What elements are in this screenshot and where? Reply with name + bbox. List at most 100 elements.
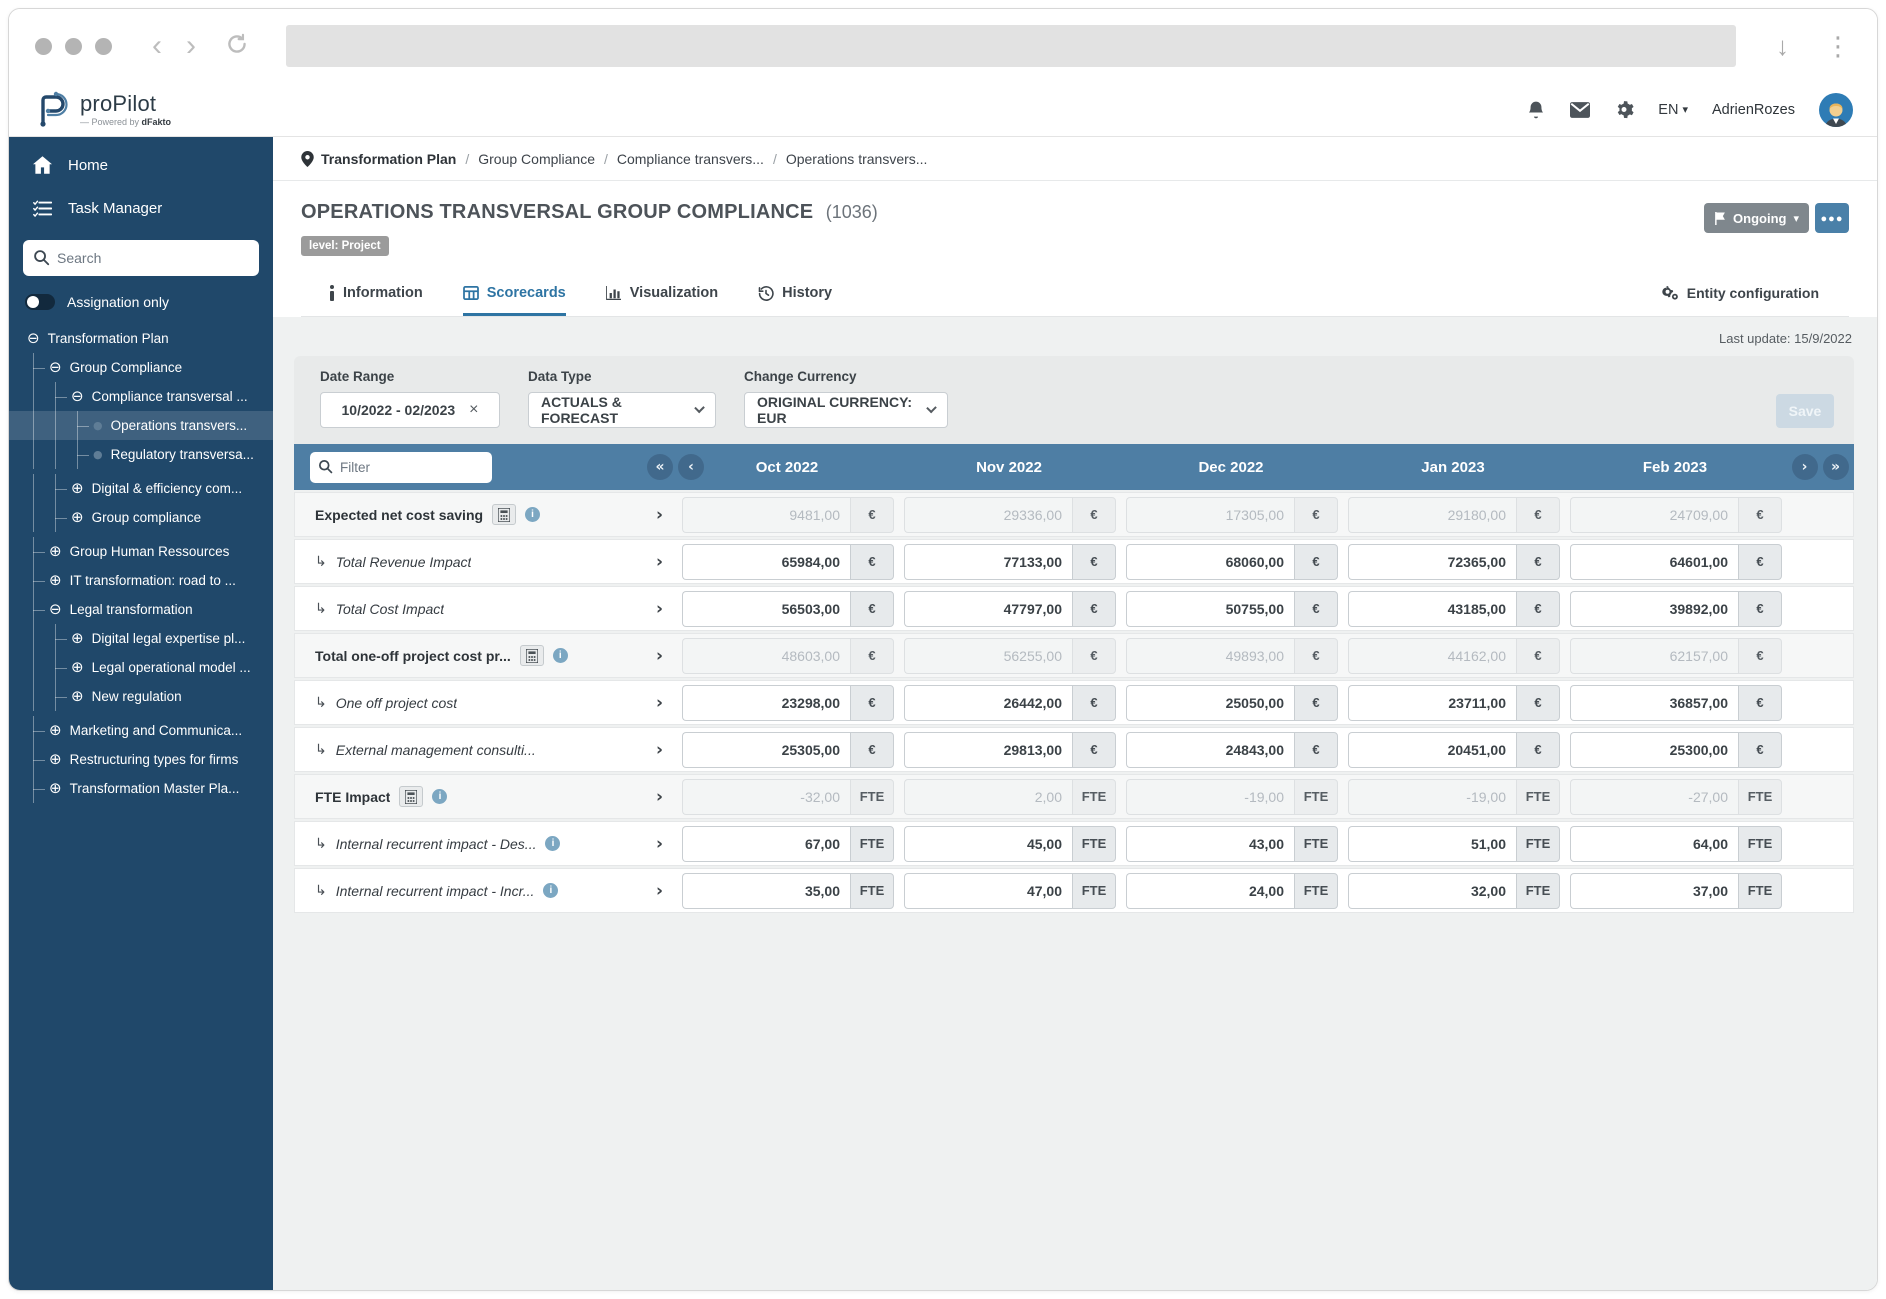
value-input[interactable] [1570, 731, 1738, 768]
collapse-minus-icon[interactable]: ⊖ [27, 331, 40, 346]
clear-icon[interactable]: × [469, 401, 478, 419]
tab-history[interactable]: History [758, 270, 832, 316]
value-input[interactable] [1126, 684, 1294, 721]
tree-item-it-transformation-road-to[interactable]: ⊕ IT transformation: road to ... [9, 566, 273, 595]
value-input[interactable] [1348, 684, 1516, 721]
breadcrumb-item[interactable]: Group Compliance [478, 151, 595, 167]
tree-item-transformation-plan[interactable]: ⊖ Transformation Plan [9, 324, 273, 353]
value-input[interactable] [1348, 543, 1516, 580]
user-name[interactable]: AdrienRozes [1712, 102, 1795, 118]
assignation-toggle[interactable] [25, 294, 55, 310]
search-input[interactable] [23, 240, 259, 276]
info-icon[interactable]: i [543, 883, 559, 898]
expand-row-icon[interactable]: › [656, 881, 663, 901]
expand-row-icon[interactable]: › [656, 599, 663, 619]
forward-icon[interactable]: › [186, 31, 196, 61]
window-button[interactable] [65, 37, 82, 55]
expand-row-icon[interactable]: › [656, 787, 663, 807]
tree-item-digital-legal-expertise-pl[interactable]: ⊕ Digital legal expertise pl... [9, 624, 273, 653]
settings-gear-icon[interactable] [1614, 100, 1634, 120]
tab-visualization[interactable]: Visualization [605, 270, 718, 316]
pager-first-icon[interactable]: « [647, 454, 673, 480]
value-input[interactable] [1126, 731, 1294, 768]
value-input[interactable] [1126, 590, 1294, 627]
reload-icon[interactable] [224, 31, 250, 62]
window-button[interactable] [35, 37, 52, 55]
value-input[interactable] [1570, 872, 1738, 909]
pager-last-icon[interactable]: » [1822, 454, 1849, 480]
expand-plus-icon[interactable]: ⊕ [49, 752, 62, 767]
table-filter-input[interactable] [310, 451, 492, 483]
value-input[interactable] [682, 825, 850, 862]
expand-plus-icon[interactable]: ⊕ [71, 689, 84, 704]
tree-item-transformation-master-pla[interactable]: ⊕ Transformation Master Pla... [9, 774, 273, 803]
info-icon[interactable]: i [525, 507, 541, 522]
kebab-menu-icon[interactable]: ⋮ [1825, 31, 1851, 62]
expand-plus-icon[interactable]: ⊕ [71, 510, 84, 525]
tree-item-compliance-transversal[interactable]: ⊖ Compliance transversal ... [9, 382, 273, 411]
calculator-icon[interactable] [492, 504, 517, 525]
avatar[interactable] [1819, 92, 1853, 127]
entity-configuration-button[interactable]: Entity configuration [1661, 270, 1819, 316]
app-logo[interactable]: proPilot — Powered by dFakto [33, 90, 171, 130]
collapse-minus-icon[interactable]: ⊖ [71, 389, 84, 404]
value-input[interactable] [904, 684, 1072, 721]
expand-row-icon[interactable]: › [656, 552, 663, 572]
breadcrumb-item[interactable]: Transformation Plan [321, 151, 456, 167]
expand-plus-icon[interactable]: ⊕ [71, 481, 84, 496]
expand-plus-icon[interactable]: ⊕ [49, 573, 62, 588]
notifications-bell-icon[interactable] [1526, 100, 1546, 120]
value-input[interactable] [682, 731, 850, 768]
expand-plus-icon[interactable]: ⊕ [71, 660, 84, 675]
tree-item-operations-transvers[interactable]: ● Operations transvers... [9, 411, 273, 440]
tree-item-group-human-ressources[interactable]: ⊕ Group Human Ressources [9, 537, 273, 566]
value-input[interactable] [682, 590, 850, 627]
sidebar-item-task-manager[interactable]: Task Manager [9, 187, 273, 230]
status-button[interactable]: Ongoing ▾ [1704, 203, 1809, 233]
value-input[interactable] [904, 825, 1072, 862]
expand-row-icon[interactable]: › [656, 834, 663, 854]
breadcrumb-item[interactable]: Operations transvers... [786, 151, 928, 167]
expand-plus-icon[interactable]: ⊕ [71, 631, 84, 646]
value-input[interactable] [682, 543, 850, 580]
tree-item-new-regulation[interactable]: ⊕ New regulation [9, 682, 273, 711]
expand-plus-icon[interactable]: ⊕ [49, 544, 62, 559]
value-input[interactable] [1570, 684, 1738, 721]
calculator-icon[interactable] [399, 786, 424, 807]
value-input[interactable] [1126, 543, 1294, 580]
messages-envelope-icon[interactable] [1570, 100, 1591, 120]
back-icon[interactable]: ‹ [152, 31, 162, 61]
breadcrumb-item[interactable]: Compliance transvers... [617, 151, 764, 167]
language-selector[interactable]: EN ▾ [1658, 102, 1688, 118]
value-input[interactable] [1348, 731, 1516, 768]
expand-row-icon[interactable]: › [656, 693, 663, 713]
expand-row-icon[interactable]: › [656, 740, 663, 760]
download-icon[interactable]: ↓ [1776, 31, 1789, 62]
info-icon[interactable]: i [552, 648, 568, 663]
value-input[interactable] [904, 543, 1072, 580]
value-input[interactable] [904, 872, 1072, 909]
value-input[interactable] [904, 590, 1072, 627]
tree-item-regulatory-transversa[interactable]: ● Regulatory transversa... [9, 440, 273, 469]
currency-select[interactable]: ORIGINAL CURRENCY: EUR [744, 392, 948, 428]
tree-item-restructuring-types-for-firms[interactable]: ⊕ Restructuring types for firms [9, 745, 273, 774]
value-input[interactable] [682, 872, 850, 909]
tree-item-digital-efficiency-com[interactable]: ⊕ Digital & efficiency com... [9, 474, 273, 503]
address-bar[interactable] [286, 25, 1736, 67]
value-input[interactable] [1570, 590, 1738, 627]
expand-row-icon[interactable]: › [656, 646, 663, 666]
tree-item-group-compliance[interactable]: ⊖ Group Compliance [9, 353, 273, 382]
value-input[interactable] [1348, 590, 1516, 627]
expand-plus-icon[interactable]: ⊕ [49, 781, 62, 796]
value-input[interactable] [1348, 872, 1516, 909]
tree-item-group-compliance[interactable]: ⊕ Group compliance [9, 503, 273, 532]
value-input[interactable] [1126, 872, 1294, 909]
pager-next-icon[interactable]: › [1791, 454, 1818, 480]
collapse-minus-icon[interactable]: ⊖ [49, 360, 62, 375]
tab-scorecards[interactable]: Scorecards [462, 270, 566, 316]
more-actions-button[interactable]: ●●● [1815, 203, 1849, 233]
window-button[interactable] [95, 37, 112, 55]
date-range-input[interactable]: 10/2022 - 02/2023 × [320, 392, 500, 428]
tree-item-marketing-and-communica[interactable]: ⊕ Marketing and Communica... [9, 716, 273, 745]
tab-information[interactable]: Information [329, 270, 423, 316]
